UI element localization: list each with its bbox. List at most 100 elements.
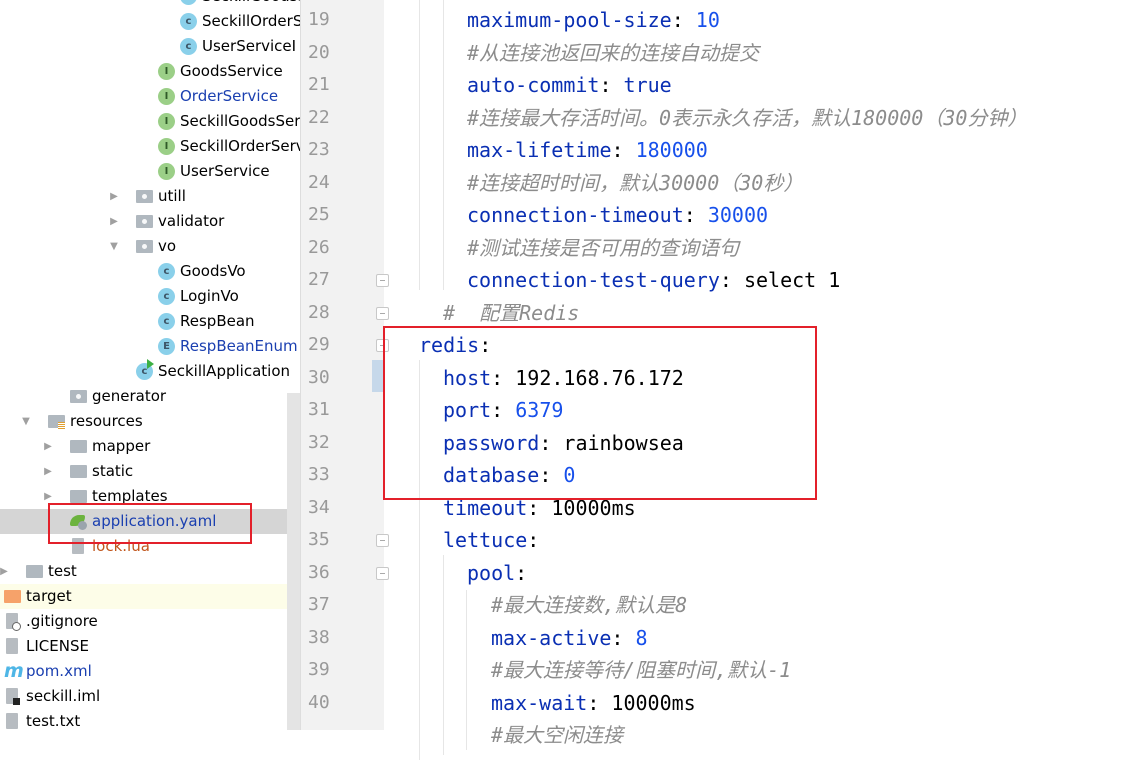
tree-item[interactable]: ▶ test: [0, 559, 300, 584]
resources-folder-icon: [48, 413, 65, 430]
tree-item-label: LICENSE: [26, 637, 89, 655]
class-icon: c: [180, 38, 197, 55]
tree-item[interactable]: ▼ vo: [0, 234, 300, 259]
yaml-key: max-lifetime: [467, 138, 612, 162]
line-number: 25: [308, 204, 330, 225]
indent-guide: [443, 555, 444, 755]
line-number: 34: [308, 496, 330, 518]
tree-item-label: vo: [158, 237, 177, 255]
sidebar-scrollbar[interactable]: [287, 393, 300, 730]
line-number: 22: [308, 106, 330, 128]
tree-item[interactable]: test.txt: [0, 709, 300, 730]
tree-item[interactable]: LICENSE: [0, 634, 300, 659]
fold-toggle-icon[interactable]: [376, 566, 389, 580]
tree-item-label: static: [92, 462, 134, 480]
line-number: 27: [308, 269, 330, 290]
tree-item[interactable]: I SeckillGoodsSer: [0, 109, 300, 134]
code-line: #从连接池返回来的连接自动提交: [467, 37, 759, 70]
tree-item[interactable]: c SeckillGoodsS: [0, 0, 300, 9]
yaml-colon: :: [587, 690, 612, 715]
tree-item[interactable]: ▶ static: [0, 459, 300, 484]
text-file-icon: [4, 713, 21, 730]
tree-item-label: GoodsVo: [180, 262, 246, 280]
tree-item[interactable]: target: [0, 584, 300, 609]
expand-arrow-right-icon[interactable]: ▶: [108, 209, 120, 234]
tree-item[interactable]: ▶ validator: [0, 209, 300, 234]
tree-item-label: utill: [158, 187, 186, 205]
line-number: 21: [308, 74, 330, 95]
package-folder-icon: [136, 238, 153, 255]
tree-item[interactable]: .gitignore: [0, 609, 300, 634]
yaml-value: 30000: [707, 203, 769, 227]
tree-item[interactable]: I GoodsService: [0, 59, 300, 84]
line-number: 33: [308, 464, 330, 485]
code-line: auto-commit: true: [467, 69, 672, 102]
tree-item[interactable]: ▶ utill: [0, 184, 300, 209]
yaml-value: 8: [635, 625, 648, 650]
tree-item[interactable]: c UserServiceI: [0, 34, 300, 59]
tree-item[interactable]: c SeckillApplication: [0, 359, 300, 384]
tree-item[interactable]: ▼ resources: [0, 409, 300, 434]
tree-item[interactable]: E RespBeanEnum: [0, 334, 300, 359]
yaml-key: maximum-pool-size: [467, 8, 672, 32]
folder-icon: [26, 563, 43, 580]
interface-icon: I: [158, 63, 175, 80]
yaml-key: connection-timeout: [467, 203, 684, 227]
tree-item-label: UserService: [180, 162, 270, 180]
fold-toggle-icon[interactable]: [376, 274, 389, 287]
yaml-key: lettuce: [443, 528, 528, 552]
yaml-comment: #最大连接等待/阻塞时间,默认-1: [491, 658, 792, 682]
annotation-box-redis-config: [383, 326, 817, 500]
code-line: connection-test-query: select 1: [467, 264, 840, 297]
expand-arrow-right-icon[interactable]: ▶: [42, 459, 54, 484]
line-number: 19: [308, 9, 330, 30]
code-line: connection-timeout: 30000: [467, 199, 768, 232]
tree-item[interactable]: generator: [0, 384, 300, 409]
yaml-comment: #连接超时时间，默认30000（30秒）: [467, 170, 804, 195]
tree-item[interactable]: I SeckillOrderServ: [0, 134, 300, 159]
code-line: #连接超时时间，默认30000（30秒）: [467, 167, 803, 200]
yaml-value: true: [623, 73, 672, 97]
package-folder-icon: [136, 213, 153, 230]
expand-arrow-right-icon[interactable]: ▶: [108, 184, 120, 209]
fold-toggle-icon[interactable]: [376, 534, 389, 547]
tree-item-label: RespBeanEnum: [180, 337, 298, 355]
tree-item[interactable]: c GoodsVo: [0, 259, 300, 284]
yaml-colon: :: [611, 625, 636, 650]
tree-item-label: SeckillGoodsSer: [180, 112, 300, 130]
expand-arrow-right-icon[interactable]: ▶: [0, 559, 10, 584]
tree-item[interactable]: ▶ mapper: [0, 434, 300, 459]
code-line: lettuce:: [443, 524, 539, 557]
tree-item[interactable]: c RespBean: [0, 309, 300, 334]
yaml-comment: #从连接池返回来的连接自动提交: [467, 40, 760, 65]
yaml-value: 10: [695, 8, 720, 32]
fold-toggle-icon[interactable]: [376, 306, 389, 320]
tree-item[interactable]: I UserService: [0, 159, 300, 184]
expand-arrow-right-icon[interactable]: ▶: [42, 434, 54, 459]
expand-arrow-down-icon[interactable]: ▼: [20, 409, 32, 434]
tree-item[interactable]: m pom.xml: [0, 659, 300, 684]
line-number: 28: [308, 301, 330, 323]
code-line: #最大连接数,默认是8: [491, 589, 687, 622]
yaml-key: max-wait: [491, 690, 588, 715]
code-line: #最大连接等待/阻塞时间,默认-1: [491, 654, 791, 687]
tree-item-label: test: [48, 562, 77, 580]
code-line: max-wait: 10000ms: [491, 687, 696, 720]
tree-item-label: OrderService: [180, 87, 279, 105]
yaml-value: 180000: [635, 138, 708, 162]
tree-item-label: .gitignore: [26, 612, 98, 630]
tree-item[interactable]: c LoginVo: [0, 284, 300, 309]
expand-arrow-down-icon[interactable]: ▼: [108, 234, 120, 259]
line-number: 32: [308, 431, 330, 453]
tree-item[interactable]: I OrderService: [0, 84, 300, 109]
code-line: max-active: 8: [491, 622, 648, 655]
yaml-key: pool: [467, 560, 516, 585]
yaml-colon: :: [599, 73, 624, 97]
tree-item[interactable]: seckill.iml: [0, 684, 300, 709]
class-icon: c: [158, 263, 175, 280]
yaml-comment: #连接最大存活时间。0表示永久存活，默认180000（30分钟）: [467, 105, 1028, 130]
code-line: #测试连接是否可用的查询语句: [467, 232, 739, 265]
maven-icon: m: [4, 660, 24, 682]
line-number: 23: [308, 139, 330, 160]
tree-item[interactable]: c SeckillOrderS: [0, 9, 300, 34]
